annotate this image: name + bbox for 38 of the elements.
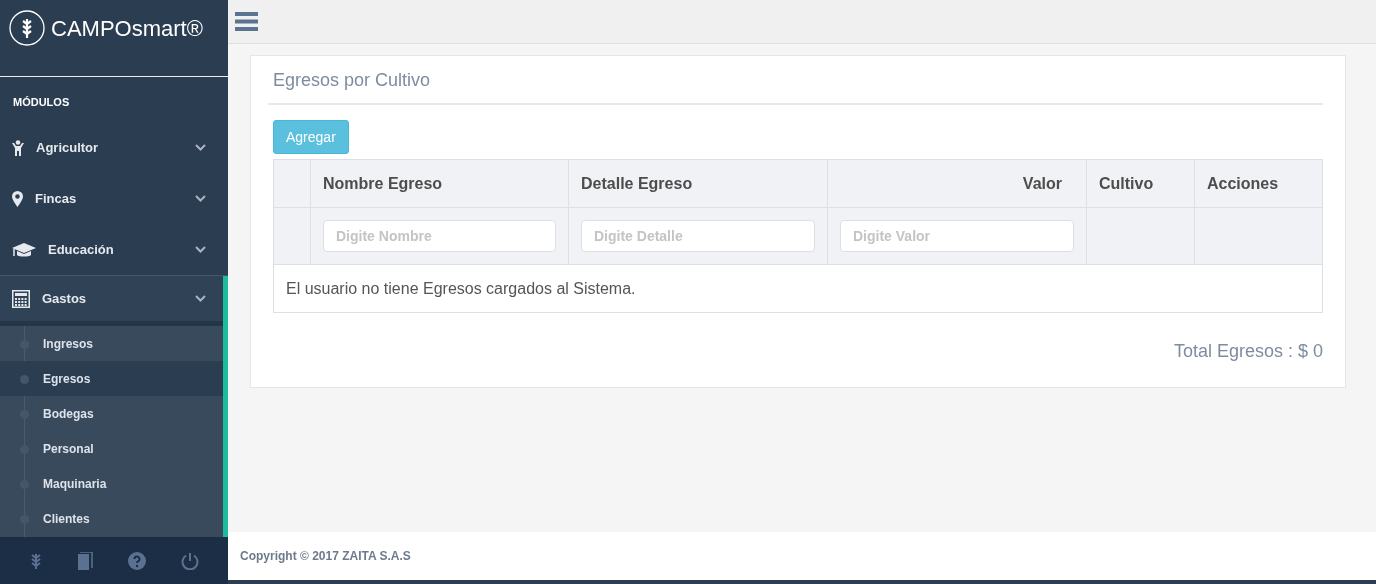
section-label: MÓDULOS	[12, 95, 71, 110]
submenu-item[interactable]: Egresos	[0, 361, 223, 396]
help-icon[interactable]	[127, 551, 146, 570]
panel-title: Egresos por Cultivo	[268, 56, 1323, 105]
empty-message: El usuario no tiene Egresos cargados al Sistema.	[273, 264, 1323, 313]
power-icon[interactable]	[180, 551, 199, 570]
menu-item[interactable]: Gastos	[0, 276, 228, 321]
graduation-cap-icon	[12, 241, 36, 258]
submenu-item[interactable]: Ingresos	[0, 326, 223, 361]
brand-name: CAMPOsmart®	[51, 15, 203, 43]
column-header: Valor	[827, 159, 1087, 208]
wheat-icon[interactable]	[29, 551, 42, 570]
submenu-item[interactable]: Personal	[0, 431, 223, 466]
column-header: Cultivo	[1086, 159, 1195, 208]
menu-icon[interactable]	[235, 12, 258, 31]
wheat-logo-icon	[9, 10, 45, 46]
column-header: Detalle Egreso	[568, 159, 828, 208]
calculator-icon	[12, 289, 30, 308]
submenu-item[interactable]: Maquinaria	[0, 466, 223, 501]
menu-item[interactable]: Educación	[0, 224, 228, 275]
filter-input[interactable]: Digite Detalle	[581, 220, 815, 252]
menu-item[interactable]: Agricultor	[0, 122, 228, 173]
chevron-down-icon	[195, 246, 206, 253]
copyright-text: Copyright © 2017 ZAITA S.A.S	[240, 549, 411, 563]
filter-input[interactable]: Digite Nombre	[323, 220, 556, 252]
total-label: Total Egresos : $ 0	[1172, 341, 1323, 362]
book-icon[interactable]	[76, 551, 93, 570]
chevron-down-icon	[195, 295, 206, 302]
submenu-item[interactable]: Bodegas	[0, 396, 223, 431]
submenu-item[interactable]: Clientes	[0, 501, 223, 536]
menu-item[interactable]: Fincas	[0, 173, 228, 224]
person-icon	[12, 139, 24, 156]
filter-input[interactable]: Digite Valor	[840, 220, 1074, 252]
column-header: Nombre Egreso	[310, 159, 569, 208]
column-header: Acciones	[1194, 159, 1323, 208]
chevron-down-icon	[195, 195, 206, 202]
map-pin-icon	[12, 190, 23, 207]
chevron-down-icon	[195, 144, 206, 151]
